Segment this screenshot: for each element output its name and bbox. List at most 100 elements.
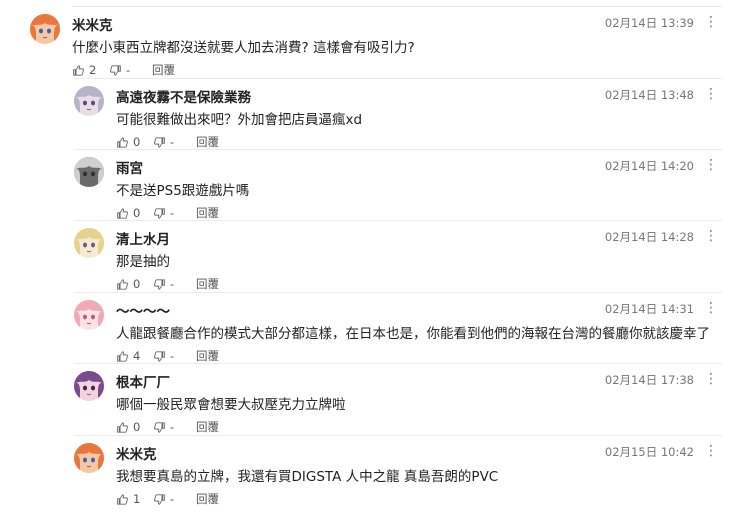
comment-actions: 0 - 回覆 bbox=[116, 419, 219, 435]
comment-text: 什麼小東西立牌都沒送就要人加去消費? 這樣會有吸引力? bbox=[72, 40, 415, 56]
comment-item: 清上水月 02月14日 14:28 ⋮ 那是抽的 0 - 回覆 bbox=[74, 228, 722, 292]
like-count: 4 bbox=[133, 349, 141, 363]
thumbs-down-icon bbox=[153, 493, 166, 506]
comment-actions: 0 - 回覆 bbox=[116, 276, 219, 292]
dislike-count: - bbox=[170, 277, 175, 291]
comment-timestamp: 02月14日 14:31 bbox=[604, 302, 694, 316]
thumbs-down-icon bbox=[153, 350, 166, 363]
avatar[interactable] bbox=[74, 443, 104, 473]
more-vertical-icon[interactable]: ⋮ bbox=[704, 14, 718, 30]
avatar[interactable] bbox=[74, 157, 104, 187]
comment-item: ～～～～ 02月14日 14:31 ⋮ 人龍跟餐廳合作的模式大部分都這樣，在日本也是，… bbox=[74, 300, 722, 364]
comment-timestamp: 02月14日 14:28 bbox=[604, 230, 694, 244]
comment-timestamp: 02月15日 10:42 bbox=[604, 445, 694, 459]
reply-button[interactable]: 回覆 bbox=[152, 62, 175, 78]
comment-username[interactable]: ～～～～ bbox=[116, 300, 170, 320]
comment-username[interactable]: 根本厂厂 bbox=[116, 371, 170, 391]
thumbs-up-icon bbox=[116, 136, 129, 149]
dislike-button[interactable]: - bbox=[153, 277, 178, 291]
more-vertical-icon[interactable]: ⋮ bbox=[704, 86, 718, 102]
comment-actions: 1 - 回覆 bbox=[116, 491, 219, 507]
more-vertical-icon[interactable]: ⋮ bbox=[704, 371, 718, 387]
comment-divider bbox=[74, 78, 722, 79]
comment-text: 那是抽的 bbox=[116, 254, 170, 270]
like-button[interactable]: 2 bbox=[72, 63, 97, 77]
comment-text: 不是送PS5跟遊戲片嗎 bbox=[116, 183, 250, 199]
like-button[interactable]: 0 bbox=[116, 277, 141, 291]
avatar[interactable] bbox=[30, 14, 60, 44]
reply-button[interactable]: 回覆 bbox=[196, 205, 219, 221]
comment-username[interactable]: 高遠夜霧不是保險業務 bbox=[116, 86, 251, 106]
top-divider bbox=[72, 6, 722, 7]
thumbs-down-icon bbox=[109, 64, 122, 77]
avatar[interactable] bbox=[74, 86, 104, 116]
avatar[interactable] bbox=[74, 371, 104, 401]
dislike-count: - bbox=[170, 135, 175, 149]
like-count: 0 bbox=[133, 206, 141, 220]
like-button[interactable]: 1 bbox=[116, 492, 141, 506]
comment-text: 哪個一般民眾會想要大叔壓克力立牌啦 bbox=[116, 397, 346, 413]
comment-item: 米米克 02月15日 10:42 ⋮ 我想要真島的立牌，我還有買DIGSTA 人中之龍… bbox=[74, 443, 722, 507]
like-count: 0 bbox=[133, 420, 141, 434]
comment-username[interactable]: 清上水月 bbox=[116, 228, 170, 248]
comment-divider bbox=[74, 220, 722, 221]
dislike-button[interactable]: - bbox=[153, 492, 178, 506]
dislike-count: - bbox=[170, 206, 175, 220]
dislike-button[interactable]: - bbox=[153, 135, 178, 149]
dislike-count: - bbox=[126, 63, 131, 77]
comment-actions: 0 - 回覆 bbox=[116, 205, 219, 221]
comment-timestamp: 02月14日 17:38 bbox=[604, 373, 694, 387]
comment-actions: 2 - 回覆 bbox=[72, 62, 175, 78]
comment-divider bbox=[74, 149, 722, 150]
comment-username[interactable]: 雨宮 bbox=[116, 157, 143, 177]
dislike-button[interactable]: - bbox=[153, 206, 178, 220]
comment-text: 可能很難做出來吧？外加會把店員逼瘋xd bbox=[116, 112, 363, 128]
more-vertical-icon[interactable]: ⋮ bbox=[704, 300, 718, 316]
comment-divider bbox=[74, 363, 722, 364]
more-vertical-icon[interactable]: ⋮ bbox=[704, 228, 718, 244]
comment-username[interactable]: 米米克 bbox=[72, 14, 113, 34]
comment-item: 米米克 02月14日 13:39 ⋮ 什麼小東西立牌都沒送就要人加去消費? 這樣會有吸… bbox=[30, 14, 722, 78]
comment-timestamp: 02月14日 13:48 bbox=[604, 88, 694, 102]
like-button[interactable]: 0 bbox=[116, 420, 141, 434]
comment-text: 人龍跟餐廳合作的模式大部分都這樣，在日本也是，你能看到他們的海報在台灣的餐廳你就… bbox=[116, 326, 710, 342]
comment-item: 高遠夜霧不是保險業務 02月14日 13:48 ⋮ 可能很難做出來吧？外加會把店員逼瘋… bbox=[74, 86, 722, 150]
comment-text: 我想要真島的立牌，我還有買DIGSTA 人中之龍 真島吾朗的PVC bbox=[116, 469, 499, 485]
reply-button[interactable]: 回覆 bbox=[196, 348, 219, 364]
reply-button[interactable]: 回覆 bbox=[196, 491, 219, 507]
dislike-button[interactable]: - bbox=[153, 349, 178, 363]
dislike-count: - bbox=[170, 349, 175, 363]
reply-button[interactable]: 回覆 bbox=[196, 276, 219, 292]
comment-divider bbox=[74, 435, 722, 436]
thumbs-down-icon bbox=[153, 136, 166, 149]
comment-username[interactable]: 米米克 bbox=[116, 443, 157, 463]
avatar[interactable] bbox=[74, 300, 104, 330]
more-vertical-icon[interactable]: ⋮ bbox=[704, 157, 718, 173]
comment-actions: 4 - 回覆 bbox=[116, 348, 219, 364]
thumbs-up-icon bbox=[72, 64, 85, 77]
avatar[interactable] bbox=[74, 228, 104, 258]
like-button[interactable]: 0 bbox=[116, 206, 141, 220]
like-count: 1 bbox=[133, 492, 141, 506]
thumbs-up-icon bbox=[116, 493, 129, 506]
like-count: 0 bbox=[133, 135, 141, 149]
dislike-button[interactable]: - bbox=[153, 420, 178, 434]
reply-button[interactable]: 回覆 bbox=[196, 134, 219, 150]
reply-button[interactable]: 回覆 bbox=[196, 419, 219, 435]
like-button[interactable]: 0 bbox=[116, 135, 141, 149]
thumbs-up-icon bbox=[116, 207, 129, 220]
thumbs-down-icon bbox=[153, 278, 166, 291]
comment-divider bbox=[74, 292, 722, 293]
comment-item: 根本厂厂 02月14日 17:38 ⋮ 哪個一般民眾會想要大叔壓克力立牌啦 0 - 回覆 bbox=[74, 371, 722, 435]
thumbs-down-icon bbox=[153, 421, 166, 434]
like-button[interactable]: 4 bbox=[116, 349, 141, 363]
dislike-button[interactable]: - bbox=[109, 63, 134, 77]
like-count: 0 bbox=[133, 277, 141, 291]
dislike-count: - bbox=[170, 420, 175, 434]
comment-actions: 0 - 回覆 bbox=[116, 134, 219, 150]
dislike-count: - bbox=[170, 492, 175, 506]
more-vertical-icon[interactable]: ⋮ bbox=[704, 443, 718, 459]
thumbs-down-icon bbox=[153, 207, 166, 220]
thumbs-up-icon bbox=[116, 350, 129, 363]
comment-item: 雨宮 02月14日 14:20 ⋮ 不是送PS5跟遊戲片嗎 0 - 回覆 bbox=[74, 157, 722, 221]
